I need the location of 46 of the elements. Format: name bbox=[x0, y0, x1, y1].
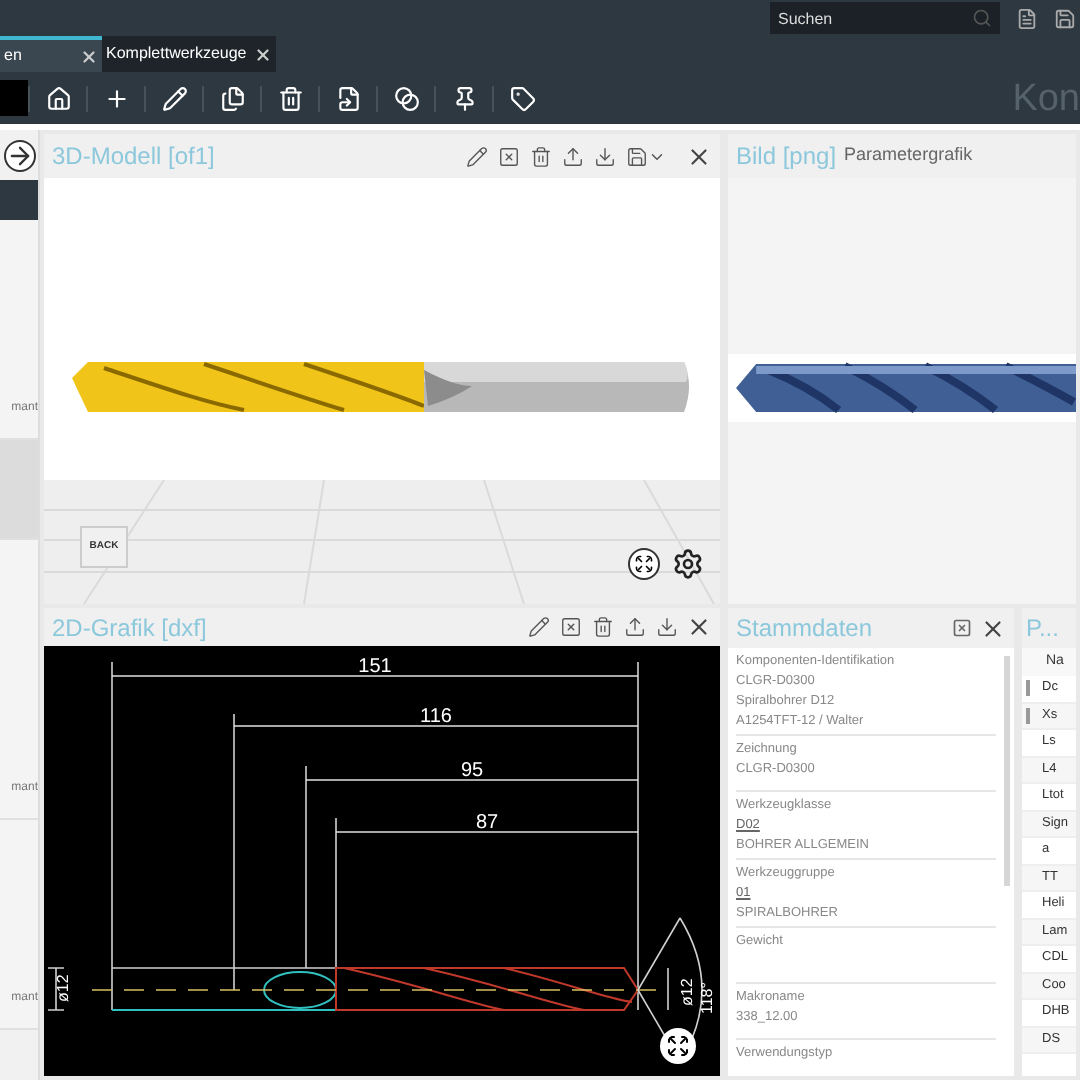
panel-title: Stammdaten bbox=[736, 612, 875, 646]
upload-icon[interactable] bbox=[562, 145, 584, 167]
tag-icon[interactable] bbox=[509, 85, 535, 111]
files-icon[interactable] bbox=[219, 85, 245, 111]
close-icon[interactable] bbox=[686, 614, 712, 640]
close-icon[interactable] bbox=[686, 143, 712, 169]
panel-subtitle: Parametergrafik bbox=[844, 142, 973, 169]
trash-icon[interactable] bbox=[530, 145, 552, 167]
download-icon[interactable] bbox=[594, 145, 616, 167]
trash-icon[interactable] bbox=[277, 85, 303, 111]
next-button[interactable] bbox=[3, 139, 35, 171]
upload-icon[interactable] bbox=[624, 616, 646, 638]
save-icon[interactable] bbox=[626, 145, 648, 167]
tab[interactable]: en bbox=[0, 36, 102, 72]
pin-icon[interactable] bbox=[451, 85, 477, 111]
close-icon[interactable] bbox=[80, 47, 98, 65]
panel-title: 3D-Modell [of1] bbox=[52, 140, 217, 174]
download-icon[interactable] bbox=[656, 616, 678, 638]
close-icon[interactable] bbox=[254, 45, 273, 63]
pencil-icon[interactable] bbox=[466, 145, 488, 167]
pencil-icon[interactable] bbox=[528, 616, 550, 638]
fit-icon[interactable] bbox=[952, 618, 972, 638]
save-icon[interactable] bbox=[1054, 7, 1076, 29]
diameter-label: ø12 bbox=[54, 974, 72, 1002]
panel-title: P... bbox=[1026, 612, 1059, 646]
dimension-label: 116 bbox=[420, 706, 452, 728]
dimension-label: 151 bbox=[358, 656, 392, 678]
angle-label: 118° bbox=[698, 982, 716, 1014]
settings-icon[interactable] bbox=[672, 548, 704, 580]
search-field[interactable]: Suchen bbox=[770, 2, 1000, 34]
close-icon[interactable] bbox=[980, 615, 1006, 641]
circles-icon[interactable] bbox=[393, 85, 419, 111]
fit-icon[interactable] bbox=[560, 616, 582, 638]
panel-title: 2D-Grafik [dxf] bbox=[52, 611, 209, 645]
home-icon[interactable] bbox=[45, 85, 71, 111]
trash-icon[interactable] bbox=[592, 616, 614, 638]
dimension-label: 95 bbox=[460, 760, 484, 782]
fit-icon[interactable] bbox=[498, 145, 520, 167]
plus-icon[interactable] bbox=[103, 85, 129, 111]
tab[interactable]: Komplettwerkzeuge bbox=[102, 36, 277, 72]
scrollbar[interactable] bbox=[1004, 656, 1010, 886]
dimension-label: 87 bbox=[475, 812, 499, 834]
sidebar-header bbox=[0, 180, 38, 220]
panel-title: Bild [png] bbox=[736, 140, 837, 174]
document-icon[interactable] bbox=[1016, 7, 1038, 29]
diameter-label: ø12 bbox=[678, 978, 696, 1006]
